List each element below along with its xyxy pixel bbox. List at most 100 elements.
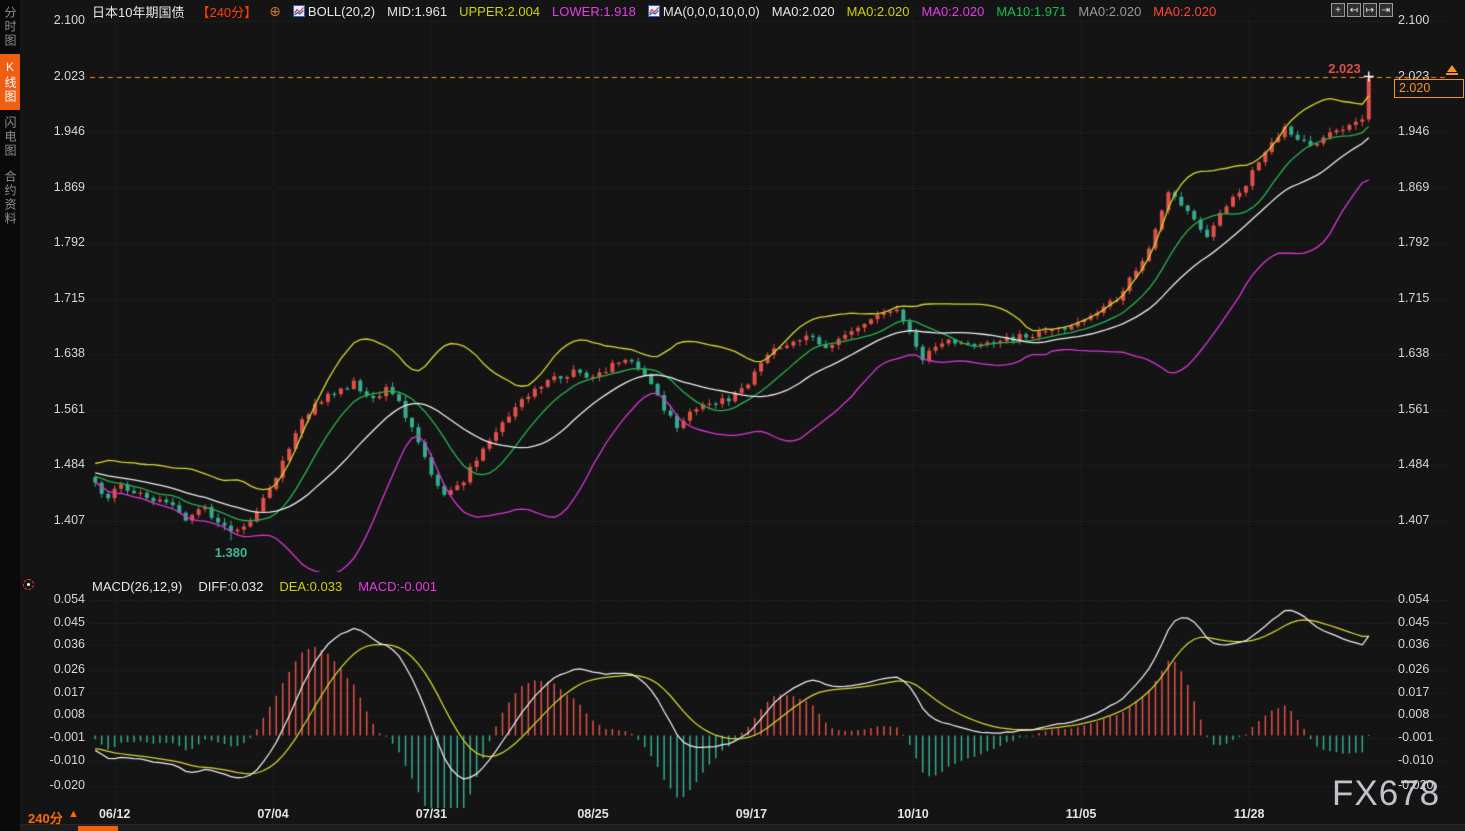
date-label: 06/12 bbox=[87, 807, 143, 821]
indicator-readout: BOLL(20,2) bbox=[293, 4, 375, 19]
date-label: 10/10 bbox=[885, 807, 941, 821]
indicator-text: MA(0,0,0,10,0,0) bbox=[663, 4, 760, 19]
macd-dea-value: DEA:0.033 bbox=[279, 579, 342, 594]
macd-axis-label: 0.045 bbox=[30, 615, 85, 629]
indicator-readout: MID:1.961 bbox=[387, 4, 447, 19]
sidebar: 分时图K线图闪电图合约资料 bbox=[0, 0, 20, 831]
zoom-x-axis-icon[interactable]: ↤ bbox=[1347, 3, 1361, 17]
sidebar-item-tab[interactable]: 合约资料 bbox=[0, 164, 20, 232]
macd-axis-label: 0.045 bbox=[1398, 615, 1453, 629]
macd-axis-label: 0.017 bbox=[1398, 685, 1453, 699]
circle-plus-icon[interactable]: ⊕ bbox=[269, 4, 281, 18]
price-axis-label: 1.407 bbox=[30, 513, 85, 527]
indicator-readout: MA0:2.020 bbox=[1078, 4, 1141, 19]
indicator-readout: UPPER:2.004 bbox=[459, 4, 540, 19]
price-axis-label: 1.946 bbox=[30, 124, 85, 138]
indicator-readout: MA10:1.971 bbox=[996, 4, 1066, 19]
indicator-text: LOWER:1.918 bbox=[552, 4, 636, 19]
date-label: 07/04 bbox=[245, 807, 301, 821]
macd-axis-label: 0.026 bbox=[30, 662, 85, 676]
price-axis-label: 1.715 bbox=[30, 291, 85, 305]
price-alert-icon[interactable] bbox=[1446, 65, 1458, 77]
date-label: 11/28 bbox=[1221, 807, 1277, 821]
date-label: 08/25 bbox=[565, 807, 621, 821]
price-axis-label: 1.715 bbox=[1398, 291, 1453, 305]
trading-app-window: 分时图K线图闪电图合约资料 日本10年期国债 【240分】 ⊕ BOLL(20,… bbox=[0, 0, 1465, 831]
macd-axis-label: 0.008 bbox=[30, 707, 85, 721]
price-axis-label: 2.100 bbox=[30, 13, 85, 27]
macd-macd-value: MACD:-0.001 bbox=[358, 579, 437, 594]
price-axis-label: 1.869 bbox=[1398, 180, 1453, 194]
price-axis-label: 1.561 bbox=[1398, 402, 1453, 416]
price-axis-label: 1.638 bbox=[1398, 346, 1453, 360]
macd-axis-label: -0.010 bbox=[1398, 753, 1453, 767]
alert-triangle-icon bbox=[1447, 65, 1457, 72]
macd-axis-label: 0.054 bbox=[1398, 592, 1453, 606]
pan-right-icon[interactable]: ⇥ bbox=[1379, 3, 1393, 17]
sidebar-item-tab[interactable]: 闪电图 bbox=[0, 110, 20, 164]
price-axis-label: 1.638 bbox=[30, 346, 85, 360]
price-axis-label: 1.407 bbox=[1398, 513, 1453, 527]
macd-axis-label: 0.008 bbox=[1398, 707, 1453, 721]
scrollbar-track[interactable] bbox=[20, 824, 1465, 831]
date-label: 07/31 bbox=[403, 807, 459, 821]
price-axis-label: 1.484 bbox=[1398, 457, 1453, 471]
date-label: 11/05 bbox=[1053, 807, 1109, 821]
indicator-readout: MA0:2.020 bbox=[921, 4, 984, 19]
timeframe-up-triangle-icon[interactable]: ▲ bbox=[68, 808, 79, 820]
macd-diff-value: DIFF:0.032 bbox=[198, 579, 263, 594]
macd-axis-label: -0.010 bbox=[30, 753, 85, 767]
price-axis-label: 1.484 bbox=[30, 457, 85, 471]
price-axis-label: 2.023 bbox=[30, 69, 85, 83]
timeframe-label[interactable]: 240分 bbox=[28, 808, 63, 827]
indicator-text: MA0:2.020 bbox=[921, 4, 984, 19]
indicator-readout: MA(0,0,0,10,0,0) bbox=[648, 4, 760, 19]
indicator-text: MA0:2.020 bbox=[772, 4, 835, 19]
macd-axis-label: 0.036 bbox=[30, 637, 85, 651]
indicator-text: MID:1.961 bbox=[387, 4, 447, 19]
price-axis-label: 1.561 bbox=[30, 402, 85, 416]
low-price-label: 1.380 bbox=[201, 545, 261, 560]
indicator-chart-icon[interactable] bbox=[293, 5, 305, 17]
indicator-text: UPPER:2.004 bbox=[459, 4, 540, 19]
macd-axis-label: 0.017 bbox=[30, 685, 85, 699]
chart-toolbar: +↤↦⇥ bbox=[1331, 3, 1393, 17]
macd-readout-row: MACD(26,12,9) DIFF:0.032 DEA:0.033 MACD:… bbox=[92, 579, 437, 594]
sidebar-item-tab[interactable]: 分时图 bbox=[0, 0, 20, 54]
price-axis-label: 1.792 bbox=[1398, 235, 1453, 249]
indicator-text: MA0:2.020 bbox=[1078, 4, 1141, 19]
macd-title: MACD(26,12,9) bbox=[92, 579, 182, 594]
indicator-readout: LOWER:1.918 bbox=[552, 4, 636, 19]
indicator-readout: MA0:2.020 bbox=[847, 4, 910, 19]
scrollbar-thumb[interactable] bbox=[78, 826, 118, 831]
crosshair-icon[interactable] bbox=[23, 579, 34, 590]
macd-axis-label: -0.020 bbox=[30, 778, 85, 792]
macd-axis-label: -0.001 bbox=[1398, 730, 1453, 744]
indicator-text: MA10:1.971 bbox=[996, 4, 1066, 19]
price-axis-label: 2.100 bbox=[1398, 13, 1453, 27]
chart-canvas[interactable] bbox=[0, 0, 1465, 831]
last-price-box[interactable]: 2.020 bbox=[1394, 79, 1464, 98]
indicator-text: MA0:2.020 bbox=[847, 4, 910, 19]
macd-axis-label: 0.036 bbox=[1398, 637, 1453, 651]
price-axis-label: 1.946 bbox=[1398, 124, 1453, 138]
price-axis-label: 1.869 bbox=[30, 180, 85, 194]
macd-axis-label: 0.054 bbox=[30, 592, 85, 606]
indicator-chart-icon[interactable] bbox=[648, 5, 660, 17]
zoom-y-axis-icon[interactable]: ↦ bbox=[1363, 3, 1377, 17]
macd-axis-label: 0.026 bbox=[1398, 662, 1453, 676]
sidebar-item-active[interactable]: K线图 bbox=[0, 54, 20, 110]
indicator-text: MA0:2.020 bbox=[1153, 4, 1216, 19]
symbol-title: 日本10年期国债 bbox=[92, 2, 184, 21]
watermark: FX678 bbox=[1332, 774, 1440, 814]
move-icon[interactable]: + bbox=[1331, 3, 1345, 17]
indicator-readout: MA0:2.020 bbox=[1153, 4, 1216, 19]
period-badge[interactable]: 【240分】 bbox=[196, 2, 257, 21]
chart-header: 日本10年期国债 【240分】 ⊕ BOLL(20,2) MID:1.961 UPP… bbox=[92, 3, 1216, 19]
date-label: 09/17 bbox=[723, 807, 779, 821]
indicator-text: BOLL(20,2) bbox=[308, 4, 375, 19]
high-price-label: 2.023 bbox=[1299, 61, 1361, 76]
price-axis-label: 1.792 bbox=[30, 235, 85, 249]
macd-axis-label: -0.001 bbox=[30, 730, 85, 744]
indicator-readout: MA0:2.020 bbox=[772, 4, 835, 19]
